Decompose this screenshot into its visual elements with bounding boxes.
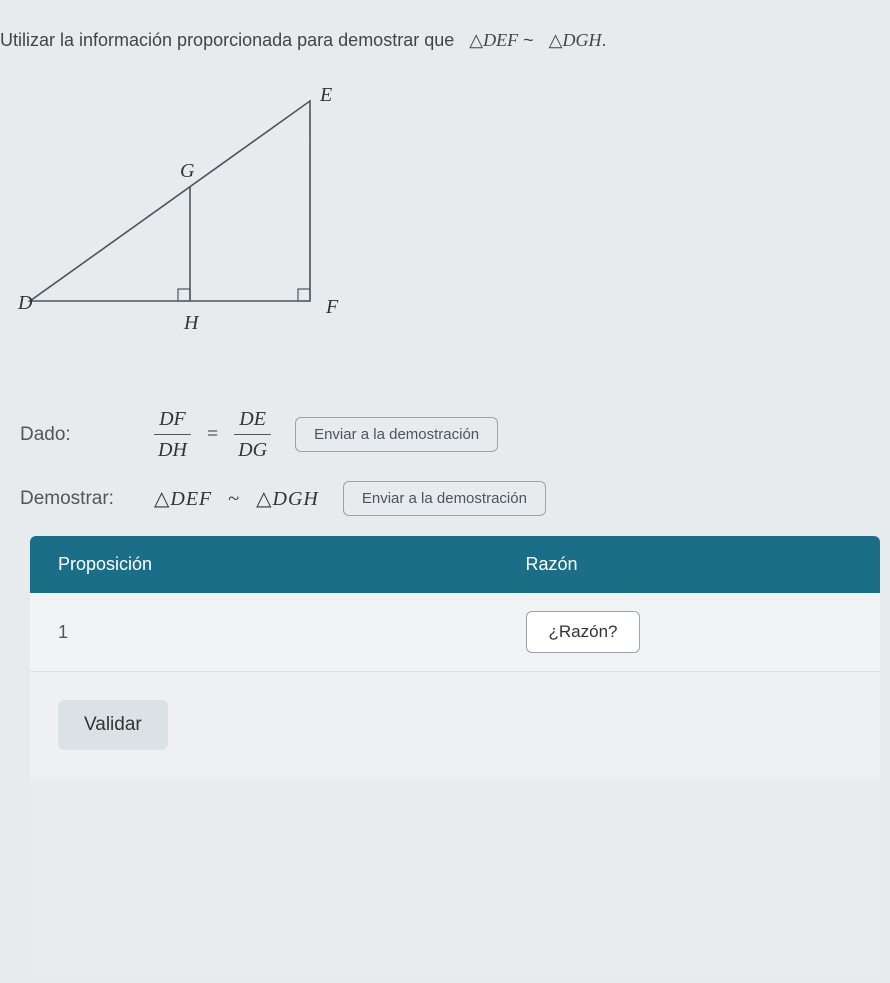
given-rhs-den: DG [234,434,271,463]
given-lhs-den: DH [154,434,191,463]
reason-button[interactable]: ¿Razón? [526,611,641,653]
point-g-label: G [180,160,195,182]
table-row: 1 ¿Razón? [30,593,880,672]
instruction-tri1: DEF [483,30,518,50]
proof-table-header: Proposición Razón [30,536,880,593]
header-proposition: Proposición [30,536,498,593]
prove-rel: ~ [228,488,240,510]
instruction-suffix: . [601,30,606,50]
instruction-prefix: Utilizar la información proporcionada pa… [0,30,454,50]
prove-label: Demostrar: [20,488,130,510]
send-prove-button[interactable]: Enviar a la demostración [343,481,546,516]
prove-tri1: DEF [170,488,212,510]
point-h-label: H [183,312,200,334]
triangle-diagram: D E F G H [10,81,890,346]
instruction-rel: ~ [523,30,534,50]
point-d-label: D [17,292,33,314]
proof-table: Proposición Razón 1 ¿Razón? Validar [0,536,890,978]
send-given-button[interactable]: Enviar a la demostración [295,417,498,452]
instruction-text: Utilizar la información proporcionada pa… [0,30,890,51]
instruction-tri2: DGH [562,30,601,50]
prove-tri2: DGH [273,488,319,510]
header-reason: Razón [498,536,881,593]
row-index: 1 [30,596,498,669]
given-eq-sign: = [207,423,218,446]
given-lhs-num: DF [155,406,190,434]
given-label: Dado: [20,424,130,446]
given-rhs-num: DE [235,406,270,434]
blank-area [30,778,880,978]
prove-row: Demostrar: △DEF ~ △DGH Enviar a la demos… [20,481,890,516]
given-equation: DF DH = DE DG [154,406,271,463]
validate-button[interactable]: Validar [58,700,168,750]
point-f-label: F [325,296,339,318]
prove-expression: △DEF ~ △DGH [154,486,319,511]
given-row: Dado: DF DH = DE DG Enviar a la demostra… [20,406,890,463]
point-e-label: E [319,84,332,106]
validate-row: Validar [30,672,880,778]
